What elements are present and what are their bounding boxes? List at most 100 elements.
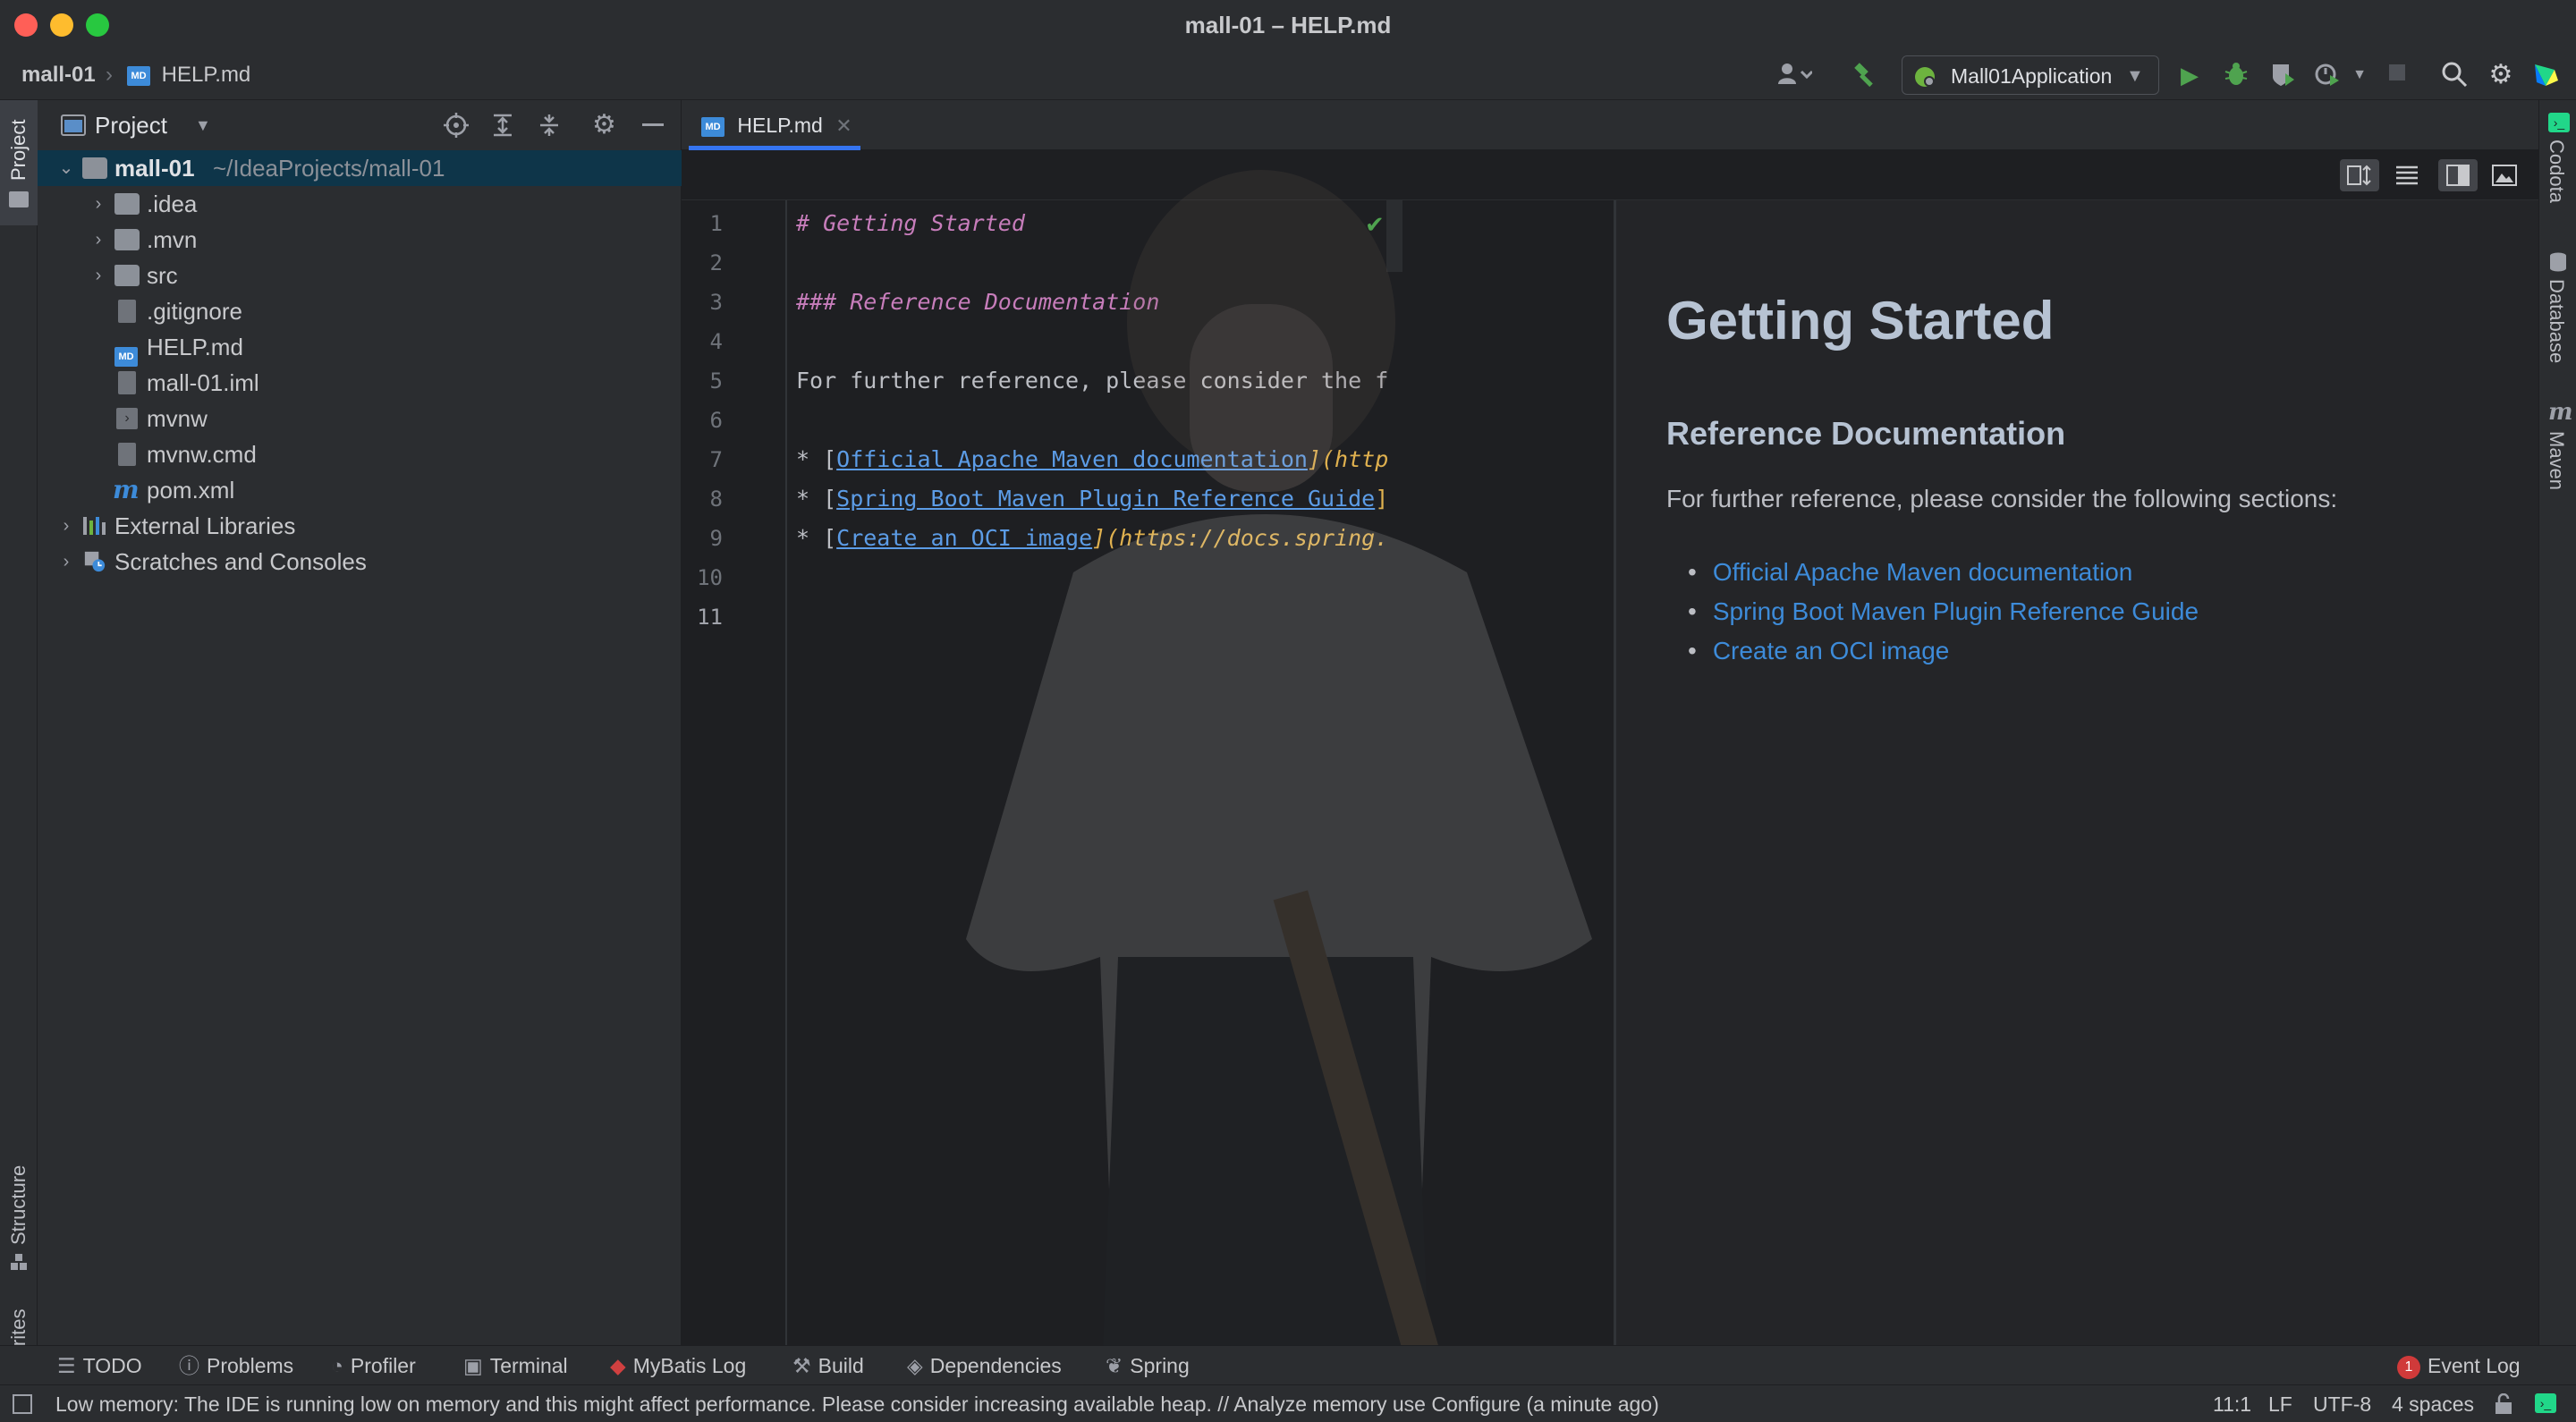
caret-position[interactable]: 11:1 xyxy=(2213,1385,2251,1422)
folder-icon xyxy=(114,229,140,250)
tree-item-idea[interactable]: › .idea xyxy=(38,186,682,222)
search-icon[interactable] xyxy=(2440,61,2469,89)
event-log-tab[interactable]: 1 Event Log xyxy=(2397,1346,2521,1385)
line-number: 5 xyxy=(709,368,723,394)
locate-file-icon[interactable] xyxy=(444,113,469,138)
expand-all-icon[interactable] xyxy=(490,113,515,138)
profiler-tab[interactable]: ◔ Profiler xyxy=(331,1346,416,1385)
minimap[interactable] xyxy=(1386,200,1402,272)
title-bar: mall-01 – HELP.md xyxy=(0,0,2576,50)
chevron-right-icon[interactable]: › xyxy=(88,222,109,258)
line-number: 2 xyxy=(709,250,723,275)
tree-item-mvnw-cmd[interactable]: mvnw.cmd xyxy=(38,436,682,472)
tree-item-gitignore[interactable]: .gitignore xyxy=(38,293,682,329)
gitignore-file-icon xyxy=(118,300,136,323)
project-panel: Project ▼ ⚙ ⌄ mall-01 ~/IdeaProjects/mal… xyxy=(38,100,682,1345)
editor-and-preview-toggle[interactable] xyxy=(2438,159,2478,191)
maven-tool-label: Maven xyxy=(2546,431,2568,491)
file-encoding[interactable]: UTF-8 xyxy=(2313,1385,2371,1422)
sync-scroll-toggle[interactable] xyxy=(2340,159,2379,191)
sync-scroll-icon xyxy=(2347,165,2371,186)
dependencies-tab[interactable]: ◈ Dependencies xyxy=(907,1346,1062,1385)
coverage-icon[interactable] xyxy=(2268,61,2297,89)
chevron-right-icon[interactable]: › xyxy=(88,186,109,222)
chevron-down-icon[interactable]: ▼ xyxy=(195,100,211,150)
tree-item-mvn[interactable]: › .mvn xyxy=(38,222,682,258)
codota-tool-window-button[interactable]: ›_ Codota xyxy=(2539,113,2576,220)
preview-link[interactable]: Spring Boot Maven Plugin Reference Guide xyxy=(1713,597,2199,625)
chevron-right-icon[interactable]: › xyxy=(88,258,109,293)
todo-tab[interactable]: ☰ TODO xyxy=(57,1346,142,1385)
debug-bug-icon[interactable] xyxy=(2222,61,2250,89)
project-view-selector[interactable]: Project xyxy=(95,100,167,150)
line-separator[interactable]: LF xyxy=(2268,1385,2292,1422)
database-tool-window-button[interactable]: Database xyxy=(2539,252,2576,377)
tool-window-bar: ☰ TODO ⓘ Problems ◔ Profiler ▣ Terminal ◆ MyB… xyxy=(0,1345,2576,1384)
hide-panel-icon[interactable] xyxy=(642,123,664,127)
breadcrumb-project[interactable]: mall-01 xyxy=(21,50,96,100)
preview-link[interactable]: Create an OCI image xyxy=(1713,637,1950,664)
chevron-right-icon[interactable]: › xyxy=(55,544,77,580)
more-run-options-icon[interactable]: ▼ xyxy=(2345,61,2374,89)
mybatis-log-tab[interactable]: ◆ MyBatis Log xyxy=(610,1346,746,1385)
editor-only-icon[interactable] xyxy=(2395,165,2419,186)
breadcrumb-file[interactable]: MD HELP.md xyxy=(127,50,250,100)
tab-help-md[interactable]: MD HELP.md ✕ xyxy=(689,100,860,150)
spring-tab[interactable]: ❦ Spring xyxy=(1106,1346,1190,1385)
chevron-right-icon[interactable]: › xyxy=(55,508,77,544)
codota-status-icon[interactable]: ›_ xyxy=(2535,1393,2556,1413)
tree-item-project-root[interactable]: ⌄ mall-01 ~/IdeaProjects/mall-01 xyxy=(38,150,682,186)
collapse-all-icon[interactable] xyxy=(537,113,562,138)
gauge-icon: ◔ xyxy=(331,1354,343,1377)
spring-boot-icon xyxy=(1915,67,1935,87)
build-tab[interactable]: ⚒ Build xyxy=(792,1346,864,1385)
line-number: 4 xyxy=(709,329,723,354)
tree-item-external-libraries[interactable]: › External Libraries xyxy=(38,508,682,544)
line-number: 9 xyxy=(709,526,723,551)
jetbrains-toolbox-icon[interactable] xyxy=(2531,61,2560,89)
user-icon[interactable] xyxy=(1776,61,1814,89)
indent-setting[interactable]: 4 spaces xyxy=(2392,1385,2474,1422)
line-number: 3 xyxy=(709,290,723,315)
event-count-badge: 1 xyxy=(2397,1355,2420,1379)
terminal-tab[interactable]: ▣ Terminal xyxy=(463,1346,568,1385)
code-line-1: # Getting Started xyxy=(796,210,1025,236)
tree-item-pom[interactable]: m pom.xml xyxy=(38,472,682,508)
stop-icon[interactable] xyxy=(2383,61,2411,89)
preview-link[interactable]: Official Apache Maven documentation xyxy=(1713,558,2133,586)
database-icon xyxy=(2550,252,2566,272)
run-icon[interactable]: ▶ xyxy=(2175,61,2204,89)
toggle-tool-windows-icon[interactable] xyxy=(13,1394,32,1414)
no-problems-check-icon[interactable]: ✔ xyxy=(1365,211,1385,239)
panel-settings-gear-icon[interactable]: ⚙ xyxy=(592,100,616,150)
settings-gear-icon[interactable]: ⚙ xyxy=(2487,61,2515,89)
project-tool-window-button[interactable]: Project xyxy=(0,100,38,225)
problems-tab[interactable]: ⓘ Problems xyxy=(179,1346,293,1385)
preview-only-icon[interactable] xyxy=(2492,165,2517,186)
tree-item-mvnw[interactable]: › mvnw xyxy=(38,401,682,436)
markdown-source-editor[interactable]: # Getting Started ### Reference Document… xyxy=(789,200,1402,1345)
tree-item-src[interactable]: › src xyxy=(38,258,682,293)
build-hammer-icon[interactable] xyxy=(1852,61,1880,89)
tree-item-label: .mvn xyxy=(147,226,198,253)
list-item: • Create an OCI image xyxy=(1688,637,1950,664)
run-configuration-select[interactable]: Mall01Application ▼ xyxy=(1902,55,2159,95)
libraries-icon xyxy=(83,517,106,535)
codota-icon: ›_ xyxy=(2548,113,2570,132)
line-number: 6 xyxy=(709,408,723,433)
line-number: 1 xyxy=(709,211,723,236)
profiler-icon[interactable] xyxy=(2313,61,2342,89)
tree-item-scratches[interactable]: › Scratches and Consoles xyxy=(38,544,682,580)
maven-tool-window-button[interactable]: m Maven xyxy=(2539,399,2576,512)
info-circle-icon: ⓘ xyxy=(179,1354,199,1377)
hammer-icon: ⚒ xyxy=(792,1354,811,1377)
status-message[interactable]: Low memory: The IDE is running low on me… xyxy=(55,1385,1659,1422)
close-tab-icon[interactable]: ✕ xyxy=(835,114,852,137)
lock-icon[interactable] xyxy=(2494,1393,2513,1415)
tree-item-help-md[interactable]: MD HELP.md xyxy=(38,329,682,368)
chevron-down-icon[interactable]: ⌄ xyxy=(55,150,77,186)
tree-item-label: .idea xyxy=(147,190,198,217)
code-line-8: * [Spring Boot Maven Plugin Reference Gu… xyxy=(796,486,1389,512)
tree-item-iml[interactable]: mall-01.iml xyxy=(38,365,682,401)
spring-leaf-icon: ❦ xyxy=(1106,1354,1123,1377)
